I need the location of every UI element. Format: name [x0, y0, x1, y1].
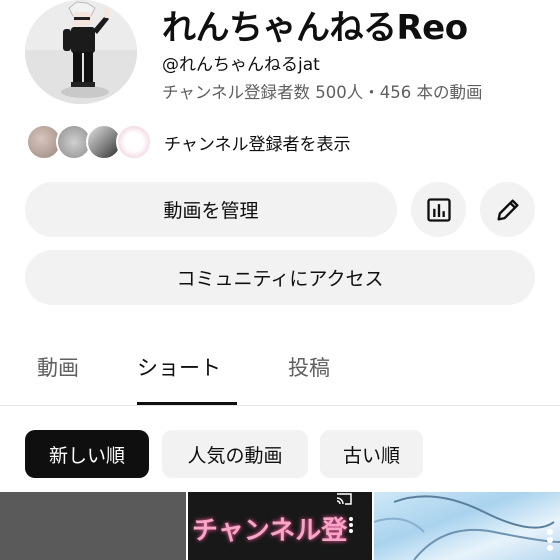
pencil-icon — [497, 199, 518, 220]
tab-posts[interactable]: 投稿 — [288, 352, 330, 382]
tab-shorts[interactable]: ショート — [137, 352, 221, 382]
subscriber-avatar — [116, 124, 152, 160]
community-button[interactable]: コミュニティにアクセス — [25, 250, 535, 305]
chip-oldest[interactable]: 古い順 — [320, 430, 423, 478]
channel-name: れんちゃんねるReo — [162, 8, 468, 48]
active-tab-indicator — [137, 402, 237, 405]
manage-videos-button[interactable]: 動画を管理 — [25, 182, 397, 237]
short-thumbnail[interactable] — [0, 492, 186, 560]
analytics-button[interactable] — [411, 182, 466, 237]
community-label: コミュニティにアクセス — [176, 268, 384, 290]
channel-tabs: 動画 ショート 投稿 — [0, 340, 560, 406]
manage-videos-label: 動画を管理 — [163, 200, 259, 222]
chip-newest[interactable]: 新しい順 — [25, 430, 149, 478]
channel-handle: @れんちゃんねるjat — [162, 55, 320, 75]
channel-stats: チャンネル登録者数 500人・456 本の動画 — [162, 83, 483, 102]
thumbnail-overlay-text: チャンネル登 — [192, 516, 348, 546]
chip-newest-label: 新しい順 — [48, 444, 125, 467]
more-options-icon[interactable] — [348, 516, 354, 534]
edit-channel-button[interactable] — [480, 182, 535, 237]
analytics-icon — [426, 197, 451, 222]
subscriber-avatars — [26, 122, 152, 162]
avatar-figure-image — [25, 0, 137, 104]
cast-icon — [336, 493, 352, 505]
chip-oldest-label: 古い順 — [342, 444, 400, 467]
chip-popular[interactable]: 人気の動画 — [162, 430, 308, 478]
short-thumbnail[interactable] — [374, 492, 560, 560]
chip-popular-label: 人気の動画 — [187, 444, 283, 467]
view-subscribers-link[interactable]: チャンネル登録者を表示 — [164, 130, 351, 155]
subscribers-row[interactable]: チャンネル登録者を表示 — [26, 122, 351, 162]
tab-videos[interactable]: 動画 — [37, 352, 79, 382]
short-thumbnail[interactable]: チャンネル登 — [188, 492, 372, 560]
thumbnail-art-image — [374, 495, 560, 560]
channel-avatar[interactable] — [25, 0, 137, 104]
